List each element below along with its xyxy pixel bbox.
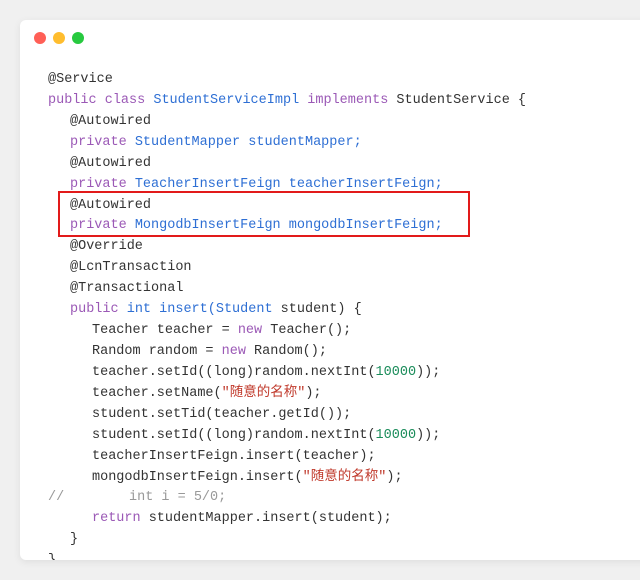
annotation: @Autowired: [70, 156, 151, 171]
code-line: @Autowired: [48, 112, 640, 133]
code-line: }: [48, 551, 640, 560]
text: student.setTid(teacher.getId());: [92, 407, 351, 422]
method-param: student) {: [281, 302, 362, 317]
maximize-icon[interactable]: [72, 32, 84, 44]
text: ));: [416, 365, 440, 380]
text: studentMapper.insert(student);: [141, 511, 392, 526]
code-line: mongodbInsertFeign.insert("随意的名称");: [48, 468, 640, 489]
minimize-icon[interactable]: [53, 32, 65, 44]
text: mongodbInsertFeign.insert(: [92, 470, 303, 485]
keyword: private: [70, 135, 127, 150]
text: );: [386, 470, 402, 485]
code-line: return studentMapper.insert(student);: [48, 509, 640, 530]
code-line: private TeacherInsertFeign teacherInsert…: [48, 175, 640, 196]
text: Random random =: [92, 344, 222, 359]
text: Teacher();: [262, 323, 351, 338]
keyword: public: [70, 302, 119, 317]
field-name: teacherInsertFeign;: [289, 177, 443, 192]
code-line: @Autowired: [48, 154, 640, 175]
close-icon[interactable]: [34, 32, 46, 44]
return-type: int: [127, 302, 151, 317]
keyword: new: [222, 344, 246, 359]
code-line: teacher.setName("随意的名称");: [48, 384, 640, 405]
keyword: new: [238, 323, 262, 338]
code-line: Random random = new Random();: [48, 342, 640, 363]
keyword: return: [92, 511, 141, 526]
text: ));: [416, 428, 440, 443]
annotation: @Autowired: [70, 198, 151, 213]
brace: }: [48, 553, 56, 560]
number: 10000: [376, 428, 417, 443]
code-line: }: [48, 530, 640, 551]
code-line: // int i = 5/0;: [48, 488, 640, 509]
field-name: studentMapper;: [248, 135, 361, 150]
keyword: class: [105, 93, 146, 108]
annotation: @Transactional: [70, 281, 183, 296]
field-name: mongodbInsertFeign;: [289, 218, 443, 233]
code-line: teacherInsertFeign.insert(teacher);: [48, 447, 640, 468]
code-line: private MongodbInsertFeign mongodbInsert…: [48, 216, 640, 237]
code-line: @Autowired: [48, 196, 640, 217]
annotation: @Override: [70, 239, 143, 254]
keyword: public: [48, 93, 97, 108]
keyword: private: [70, 177, 127, 192]
number: 10000: [376, 365, 417, 380]
annotation: @Autowired: [70, 114, 151, 129]
text: Teacher teacher =: [92, 323, 238, 338]
annotation: @LcnTransaction: [70, 260, 192, 275]
type-name: StudentServiceImpl: [153, 93, 299, 108]
keyword: private: [70, 218, 127, 233]
interface-name: StudentService {: [396, 93, 526, 108]
titlebar: [20, 20, 640, 56]
text: student.setId((long)random.nextInt(: [92, 428, 376, 443]
type-name: StudentMapper: [135, 135, 240, 150]
code-line: @Transactional: [48, 279, 640, 300]
code-line: teacher.setId((long)random.nextInt(10000…: [48, 363, 640, 384]
code-viewport[interactable]: @Service public class StudentServiceImpl…: [20, 56, 640, 560]
annotation: @Service: [48, 72, 113, 87]
method-name: insert(Student: [159, 302, 272, 317]
code-line: @LcnTransaction: [48, 258, 640, 279]
type-name: TeacherInsertFeign: [135, 177, 281, 192]
text: teacher.setName(: [92, 386, 222, 401]
text: Random();: [246, 344, 327, 359]
text: );: [305, 386, 321, 401]
string-literal: "随意的名称": [222, 386, 306, 401]
code-line: @Service: [48, 70, 640, 91]
code-line: private StudentMapper studentMapper;: [48, 133, 640, 154]
code-line: @Override: [48, 237, 640, 258]
comment: // int i = 5/0;: [48, 490, 226, 505]
code-window: @Service public class StudentServiceImpl…: [20, 20, 640, 560]
type-name: MongodbInsertFeign: [135, 218, 281, 233]
code-line: Teacher teacher = new Teacher();: [48, 321, 640, 342]
code-line: public int insert(Student student) {: [48, 300, 640, 321]
string-literal: "随意的名称": [303, 470, 387, 485]
code-line: student.setTid(teacher.getId());: [48, 405, 640, 426]
keyword: implements: [307, 93, 388, 108]
code-line: public class StudentServiceImpl implemen…: [48, 91, 640, 112]
text: teacher.setId((long)random.nextInt(: [92, 365, 376, 380]
code-line: student.setId((long)random.nextInt(10000…: [48, 426, 640, 447]
text: teacherInsertFeign.insert(teacher);: [92, 449, 376, 464]
